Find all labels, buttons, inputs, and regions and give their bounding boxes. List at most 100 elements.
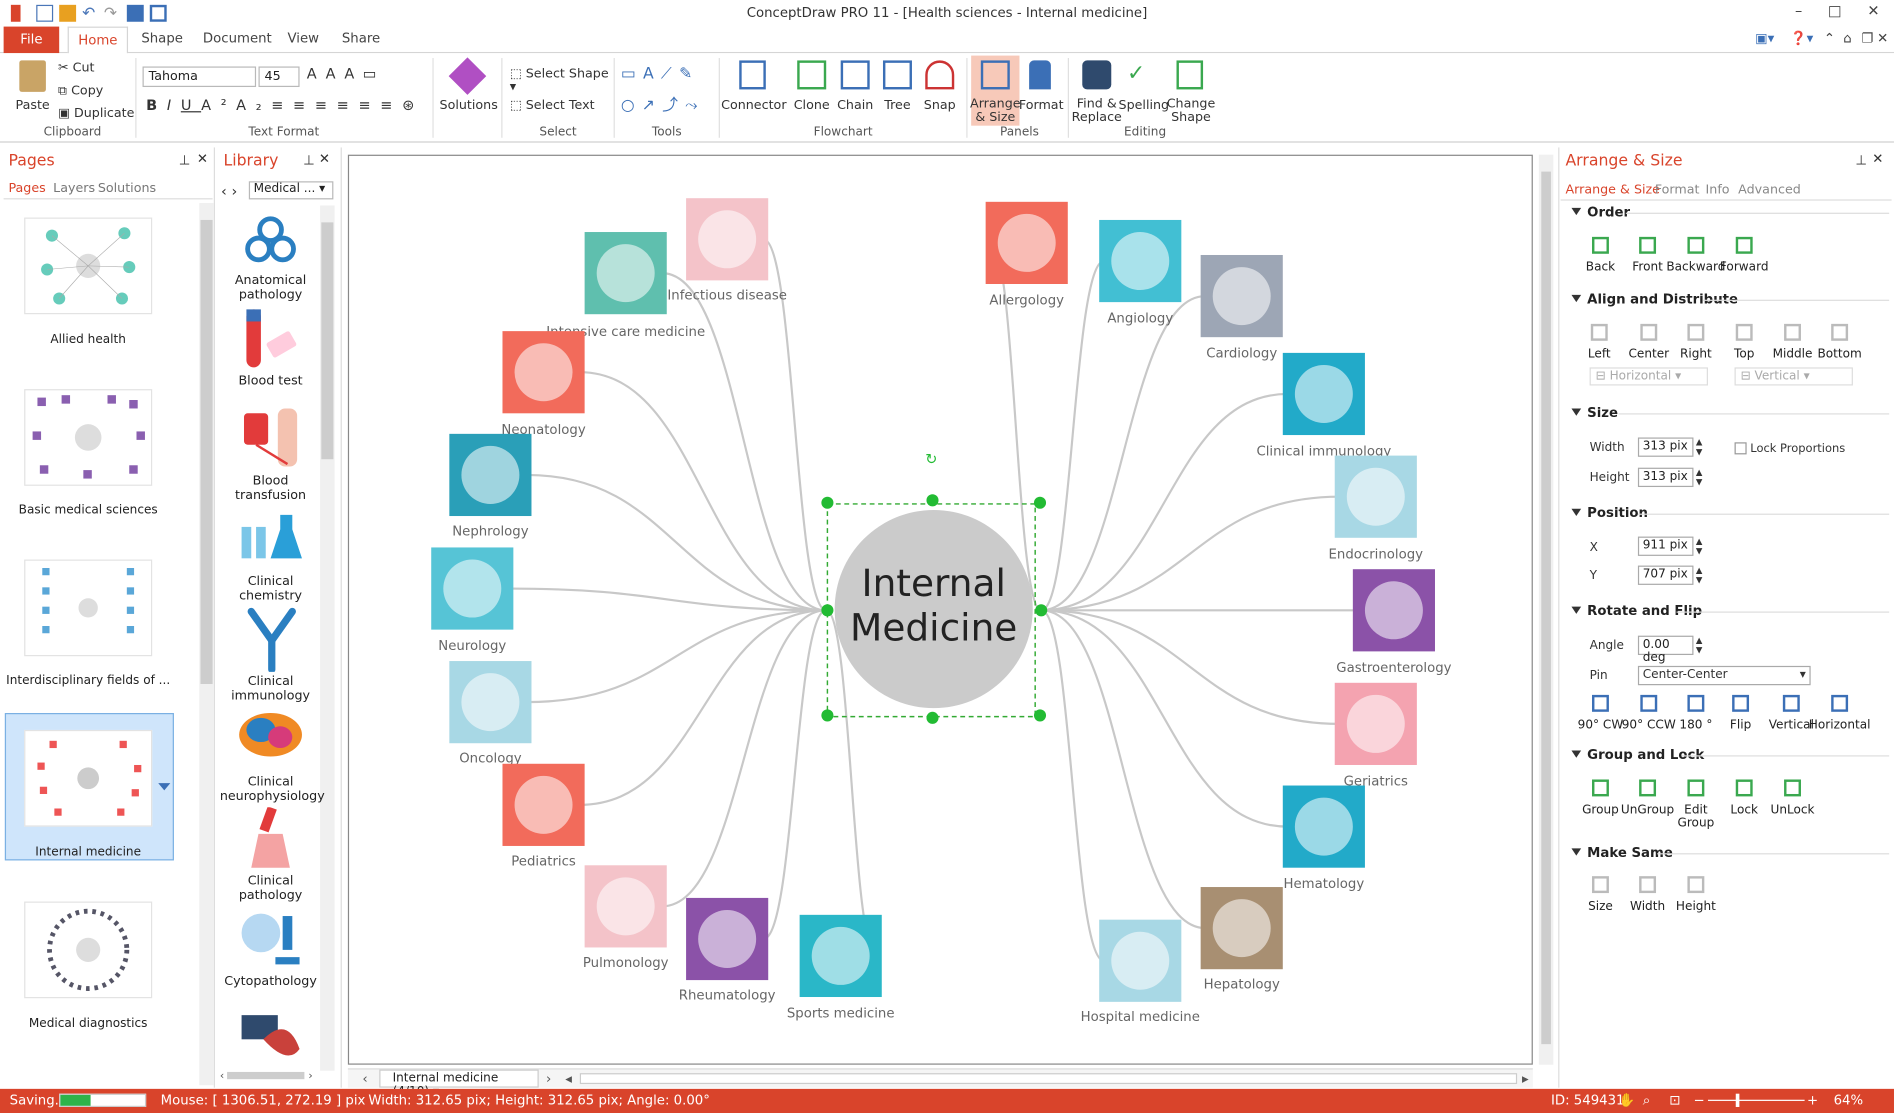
change-shape-button[interactable]: Change Shape (1163, 97, 1219, 125)
lib-blood-transfusion[interactable]: Blood transfusion (220, 474, 321, 503)
font-family-select[interactable]: Tahoma (142, 66, 257, 88)
page-thumb-internal-medicine[interactable] (24, 729, 153, 827)
spelling-button[interactable]: Spelling (1119, 98, 1170, 112)
align-button-label[interactable]: Bottom (1817, 348, 1861, 361)
zoom-slider-thumb[interactable] (1735, 1093, 1740, 1107)
group-button-label[interactable]: Group (1582, 804, 1619, 817)
group-edit-group-icon[interactable] (1687, 779, 1705, 797)
node-intensive-care-medicine-icon[interactable] (584, 232, 667, 315)
node-allergology-icon[interactable] (985, 201, 1068, 284)
copy-button[interactable]: ⧉ Copy (58, 84, 130, 98)
tab-layers[interactable]: Layers (53, 181, 95, 196)
page-label-basic-medical-sciences[interactable]: Basic medical sciences (4, 504, 173, 517)
node-hepatology-icon[interactable] (1200, 887, 1283, 970)
node-cardiology-icon[interactable] (1200, 254, 1283, 338)
hscroll-right-icon[interactable]: ▸ (1522, 1071, 1529, 1087)
canvas-vscroll[interactable] (1538, 154, 1554, 1065)
library-dropdown[interactable]: Medical ... ▾ (248, 181, 334, 200)
rotate-button-label[interactable]: Horizontal (1809, 719, 1871, 732)
zoom-in-icon[interactable]: + (1807, 1092, 1818, 1108)
pin-icon[interactable]: ⊥ (1855, 152, 1867, 168)
page-label-interdisciplinary[interactable]: Interdisciplinary fields of ... (4, 674, 173, 687)
collapse-icon[interactable]: ⌃ (1824, 30, 1835, 46)
tab-format[interactable]: Format (1655, 182, 1700, 197)
order-front-icon[interactable] (1639, 236, 1657, 254)
resize-handle[interactable] (926, 711, 939, 724)
duplicate-button[interactable]: ▣ Duplicate (58, 107, 143, 121)
next-library-icon[interactable] (239, 1010, 302, 1066)
solutions-icon[interactable] (448, 57, 487, 95)
snap-button[interactable]: Snap (917, 98, 963, 112)
tab-advanced[interactable]: Advanced (1738, 182, 1801, 197)
binoculars-icon[interactable] (1082, 60, 1112, 90)
next-page-icon[interactable]: › (546, 1071, 551, 1087)
tab-pages[interactable]: Pages (8, 181, 45, 196)
rotate-flip-icon[interactable] (1732, 694, 1750, 712)
node-gastroenterology-icon[interactable] (1352, 569, 1435, 652)
node-infectious-disease-icon[interactable] (686, 198, 769, 281)
pages-scroll-thumb[interactable] (200, 219, 213, 685)
hscroll-left-icon[interactable]: ◂ (565, 1071, 572, 1087)
page-label-allied-health[interactable]: Allied health (4, 334, 173, 347)
node-pediatrics-icon[interactable] (502, 763, 585, 846)
same-size-icon[interactable] (1592, 876, 1609, 894)
angle-stepper[interactable]: ▲ ▼ (1696, 636, 1703, 655)
align-left-icon[interactable] (1590, 323, 1608, 341)
section-position[interactable]: Position (1571, 505, 1648, 521)
minimize-icon[interactable]: – (1782, 2, 1816, 21)
close-panel-icon[interactable]: ✕ (319, 151, 330, 167)
snap-icon[interactable] (925, 60, 955, 90)
node-oncology-icon[interactable] (449, 661, 532, 744)
pin-select[interactable]: Center-Center ▾ (1637, 665, 1811, 686)
lib-clinical-pathology[interactable]: Clinical pathology (220, 874, 321, 903)
rotate-button-label[interactable]: Vertical (1769, 719, 1814, 732)
height-input[interactable]: 313 pix (1637, 467, 1694, 488)
node-clinical-immunology-icon[interactable] (1282, 352, 1365, 436)
tab-shape[interactable]: Shape (141, 30, 183, 46)
rotate-horizontal-icon[interactable] (1831, 694, 1849, 712)
rotate-90-ccw-icon[interactable] (1640, 694, 1658, 712)
node-sports-medicine-icon[interactable] (799, 914, 882, 998)
close-panel-icon[interactable]: ✕ (197, 151, 208, 167)
zoom-out-icon[interactable]: − (1693, 1092, 1704, 1108)
format-button[interactable]: Format (1018, 98, 1064, 112)
width-stepper[interactable]: ▲ ▼ (1696, 437, 1703, 456)
tree-button[interactable]: Tree (875, 98, 921, 112)
node-neurology-icon[interactable] (431, 547, 514, 630)
resize-handle[interactable] (821, 709, 834, 722)
tree-icon[interactable] (882, 60, 912, 90)
brain-icon[interactable] (237, 711, 305, 764)
resize-handle[interactable] (926, 494, 939, 507)
group-button-label[interactable]: UnLock (1770, 804, 1814, 817)
pin-icon[interactable]: ⊥ (303, 152, 315, 168)
node-angiology-icon[interactable] (1099, 219, 1182, 303)
library-hscroll[interactable]: ‹ › (220, 1071, 334, 1086)
page-thumb-allied-health[interactable] (24, 217, 153, 315)
text-style-tools[interactable]: BIUA²A₂≡≡≡≡≡≡⊛ (146, 98, 424, 113)
clone-icon[interactable] (797, 60, 827, 90)
page-thumb-basic-medical-sciences[interactable] (24, 389, 153, 486)
canvas-vscroll-thumb[interactable] (1541, 171, 1551, 1045)
node-hematology-icon[interactable] (1282, 785, 1365, 868)
order-button-label[interactable]: Forward (1720, 261, 1769, 274)
tab-home[interactable]: Home (67, 26, 129, 55)
tab-arrange-size[interactable]: Arrange & Size (1565, 182, 1660, 197)
rotate-180--icon[interactable] (1687, 694, 1705, 712)
blood-test-icon[interactable] (242, 307, 302, 370)
tab-share[interactable]: Share (342, 30, 380, 46)
same-button-label[interactable]: Size (1588, 900, 1613, 913)
drawing-tools-row2[interactable]: ○↗⤴⤳ (621, 98, 713, 114)
clinical-chemistry-icon[interactable] (237, 510, 305, 563)
nav-back-icon[interactable]: ‹ › (221, 182, 237, 199)
width-input[interactable]: 313 pix (1637, 437, 1694, 457)
home-icon[interactable]: ⌂ (1843, 30, 1851, 46)
font-size-tools[interactable]: AAA▭ (307, 66, 428, 81)
close-panel-icon[interactable]: ✕ (1872, 151, 1883, 167)
change-shape-icon[interactable] (1176, 60, 1204, 90)
prev-page-icon[interactable]: ‹ (362, 1071, 367, 1087)
order-button-label[interactable]: Back (1586, 261, 1615, 274)
group-button-label[interactable]: Edit Group (1677, 804, 1714, 831)
rotate-button-label[interactable]: 90° CW (1578, 719, 1624, 732)
close-doc-icon[interactable]: ✕ (1877, 30, 1888, 46)
microscope-icon[interactable] (239, 909, 302, 972)
